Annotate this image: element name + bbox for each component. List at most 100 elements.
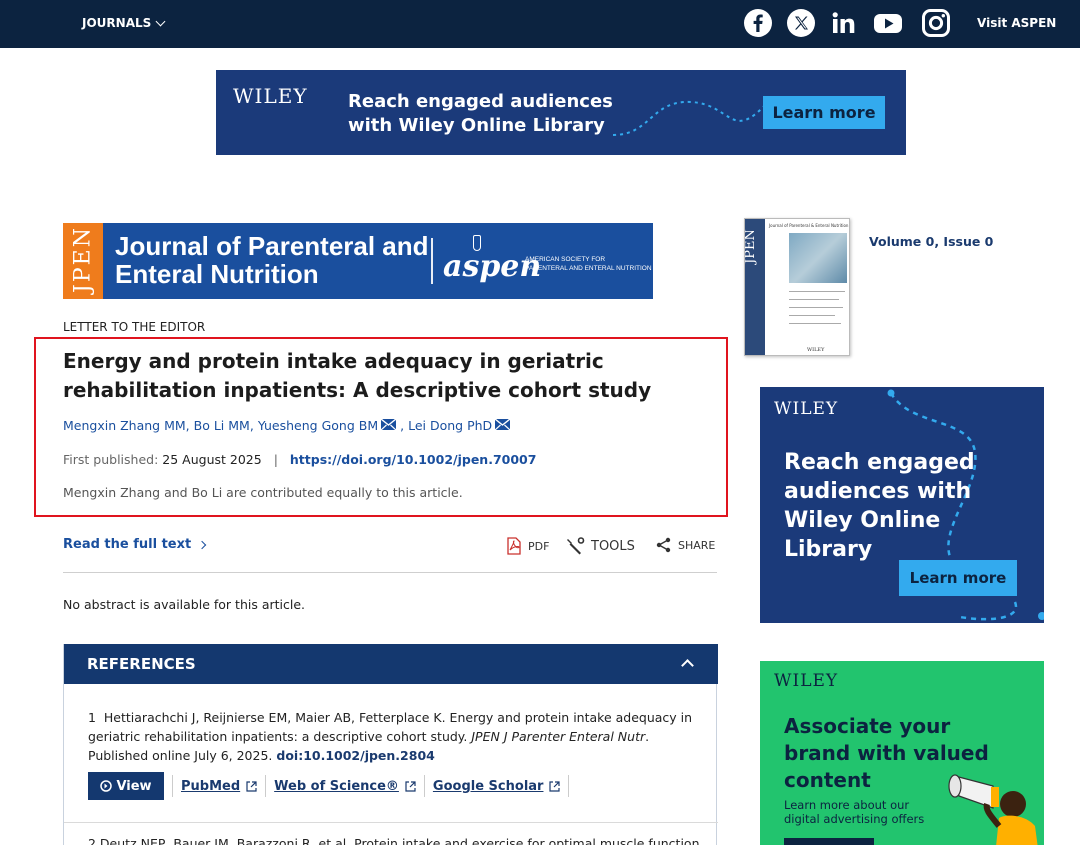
- cover-brand: WILEY: [807, 347, 825, 353]
- cover-text-line: [789, 323, 841, 324]
- youtube-icon[interactable]: [873, 6, 903, 40]
- wiley-advertising-ad[interactable]: WILEY Associate your brand with valued c…: [760, 661, 1044, 845]
- envelope-icon[interactable]: [494, 418, 511, 433]
- google-scholar-label: Google Scholar: [432, 778, 544, 794]
- wrench-icon: [567, 537, 585, 555]
- author-link[interactable]: Yuesheng Gong BM: [258, 418, 378, 433]
- cover-band: JPEN: [745, 219, 765, 355]
- read-full-text-link[interactable]: Read the full text: [63, 537, 207, 552]
- aspen-org-line1: AMERICAN SOCIETY FOR: [525, 256, 606, 263]
- megaphone-person-illustration: [948, 774, 1038, 845]
- reference-divider: [64, 822, 718, 823]
- banner-divider: [431, 238, 433, 284]
- dotted-path-decoration: [612, 99, 769, 136]
- references-heading: REFERENCES: [87, 655, 196, 673]
- author-list: Mengxin Zhang MM, Bo Li MM, Yuesheng Gon…: [63, 418, 514, 433]
- journal-title-line2: Enteral Nutrition: [115, 259, 319, 289]
- cover-image: [789, 233, 847, 283]
- ad-subtext: Learn more about our digital advertising…: [784, 798, 925, 826]
- journals-menu[interactable]: JOURNALS: [82, 16, 166, 30]
- pubmed-label: PubMed: [181, 778, 241, 794]
- divider: [63, 572, 717, 573]
- reference-item: 2 Deutz NEP, Bauer JM, Barazzoni R, et a…: [88, 836, 700, 845]
- reference-journal: JPEN J Parenter Enteral Nutr: [471, 729, 646, 744]
- no-abstract-text: No abstract is available for this articl…: [63, 597, 306, 612]
- external-link-icon: [405, 780, 416, 792]
- cover-abbrev: JPEN: [744, 229, 758, 264]
- share-button[interactable]: SHARE: [656, 537, 715, 553]
- author-link[interactable]: Lei Dong PhD: [408, 418, 492, 433]
- learn-more-button[interactable]: Learn more: [763, 96, 885, 129]
- banner-headline-line1: Reach engaged audiences: [348, 91, 613, 112]
- journals-menu-label: JOURNALS: [82, 16, 152, 30]
- journal-logo-banner[interactable]: JPEN Journal of Parenteral and Enteral N…: [63, 223, 653, 299]
- linkedin-icon[interactable]: [829, 6, 859, 40]
- wiley-sidebar-ad[interactable]: WILEY Reach engaged audiences with Wiley…: [760, 387, 1044, 623]
- reference-actions: View PubMed Web of Science® Google Schol…: [88, 772, 570, 800]
- aspen-org-line2: PARENTERAL AND ENTERAL NUTRITION: [525, 265, 652, 272]
- tools-button[interactable]: TOOLS: [565, 537, 635, 555]
- pdf-label: PDF: [528, 539, 550, 553]
- chevron-down-icon: [155, 16, 166, 26]
- envelope-icon[interactable]: [380, 418, 397, 433]
- wiley-top-banner-ad[interactable]: WILEY Reach engaged audiences with Wiley…: [216, 70, 906, 155]
- author-link[interactable]: Mengxin Zhang MM: [63, 418, 186, 433]
- pdf-icon: [507, 537, 521, 555]
- pdf-button[interactable]: PDF: [506, 537, 549, 555]
- first-published-date: 25 August 2025: [162, 452, 262, 467]
- jpen-abbrev: JPEN: [70, 226, 96, 293]
- instagram-icon[interactable]: [921, 6, 951, 40]
- banner-headline-line2: with Wiley Online Library: [348, 115, 605, 136]
- web-of-science-label: Web of Science®: [274, 778, 399, 794]
- pubmed-link[interactable]: PubMed: [172, 775, 267, 797]
- reference-number: 1: [88, 710, 96, 725]
- ad-headline: Reach engaged audiences with Wiley Onlin…: [784, 450, 975, 562]
- visit-aspen-link[interactable]: Visit ASPEN: [977, 16, 1056, 30]
- external-link-icon: [246, 780, 257, 792]
- reference-doi: doi:10.1002/jpen.2804: [276, 748, 435, 763]
- tools-label: TOOLS: [591, 538, 635, 554]
- journal-title-line1: Journal of Parenteral and: [115, 231, 429, 261]
- chevron-up-icon: [681, 659, 694, 672]
- view-icon: [100, 780, 113, 792]
- share-icon: [656, 537, 671, 553]
- banner-headline: Reach engaged audiences with Wiley Onlin…: [348, 90, 628, 138]
- view-label: View: [116, 778, 152, 794]
- web-of-science-link[interactable]: Web of Science®: [266, 775, 425, 797]
- separator: |: [273, 452, 278, 467]
- cover-text-line: [789, 307, 843, 308]
- aspen-organization-name: AMERICAN SOCIETY FOR PARENTERAL AND ENTE…: [525, 255, 652, 273]
- cover-text-line: [789, 299, 839, 300]
- article-type: LETTER TO THE EDITOR: [63, 320, 206, 334]
- x-icon[interactable]: [786, 6, 816, 40]
- journal-cover-thumbnail[interactable]: JPEN Journal of Parenteral & Enteral Nut…: [744, 218, 850, 356]
- volume-issue-link[interactable]: Volume 0, Issue 0: [869, 234, 993, 249]
- wiley-logo: WILEY: [774, 671, 839, 691]
- references-accordion-header[interactable]: REFERENCES: [64, 644, 718, 684]
- google-scholar-link[interactable]: Google Scholar: [425, 775, 570, 797]
- chevron-right-icon: [197, 540, 207, 549]
- wiley-logo: WILEY: [233, 84, 308, 108]
- wiley-logo: WILEY: [774, 399, 839, 419]
- author-link[interactable]: Bo Li MM: [194, 418, 250, 433]
- share-label: SHARE: [678, 538, 716, 552]
- doi-link[interactable]: https://doi.org/10.1002/jpen.70007: [290, 452, 537, 467]
- journal-title: Journal of Parenteral and Enteral Nutrit…: [115, 232, 429, 288]
- read-full-text-label: Read the full text: [63, 537, 192, 552]
- external-link-icon: [549, 780, 561, 792]
- learn-more-button[interactable]: Learn more: [899, 560, 1017, 596]
- author-note: Mengxin Zhang and Bo Li are contributed …: [63, 485, 463, 500]
- article-title: Energy and protein intake adequacy in ge…: [63, 349, 652, 402]
- publication-info: First published: 25 August 2025 | https:…: [63, 452, 536, 467]
- view-button[interactable]: View: [88, 772, 164, 800]
- jpen-logo-tab: JPEN: [63, 223, 103, 299]
- reference-item: 1 Hettiarachchi J, Reijnierse EM, Maier …: [88, 708, 700, 765]
- references-section: REFERENCES 1 Hettiarachchi J, Reijnierse…: [63, 644, 718, 845]
- cover-text-line: [789, 315, 835, 316]
- first-published-label: First published:: [63, 452, 159, 467]
- top-navigation-bar: JOURNALS Visit ASPEN: [0, 0, 1080, 48]
- facebook-icon[interactable]: [743, 6, 773, 40]
- cover-text-line: [789, 291, 845, 292]
- cover-title: Journal of Parenteral & Enteral Nutritio…: [769, 223, 849, 228]
- ad-cta-button[interactable]: [784, 838, 874, 845]
